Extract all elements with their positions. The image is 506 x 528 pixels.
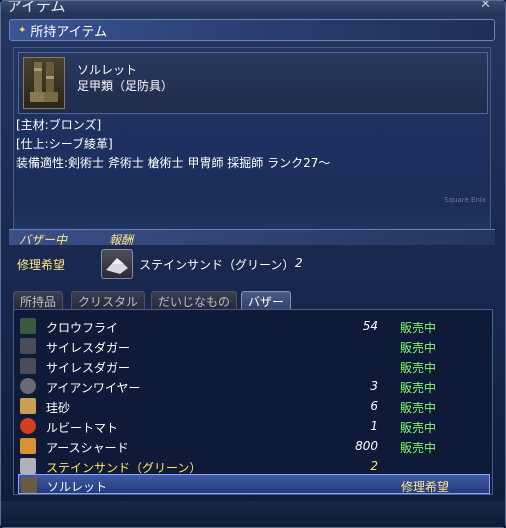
tab-crystals[interactable]: クリスタル bbox=[71, 291, 146, 309]
list-item[interactable]: サイレスダガー 販売中 bbox=[18, 356, 490, 376]
tomato-icon bbox=[20, 418, 36, 434]
list-item[interactable]: ステインサンド（グリーン） 2 bbox=[18, 456, 490, 476]
sand-pile-icon bbox=[20, 458, 36, 474]
sand-pile-icon bbox=[101, 249, 133, 279]
section-title: 所持アイテム bbox=[30, 24, 108, 40]
item-quantity: 3 bbox=[370, 379, 378, 393]
bazaar-header-reward: 報酬 bbox=[109, 233, 134, 247]
item-card: ソルレット 足甲類（足防具） bbox=[18, 52, 488, 114]
bazaar-header: バザー中 報酬 bbox=[9, 229, 495, 247]
item-quantity: 800 bbox=[355, 439, 378, 453]
bazaar-list: クロウフライ 54 販売中 サイレスダガー 販売中 サイレスダガー 販売中 アイ… bbox=[13, 309, 493, 495]
item-name: ソルレット bbox=[77, 63, 138, 77]
dagger-icon bbox=[20, 358, 36, 374]
attr-finish: [仕上:シーブ綾革] bbox=[16, 137, 113, 151]
dagger-icon bbox=[20, 338, 36, 354]
bug-icon bbox=[20, 318, 36, 334]
item-name: ソルレット bbox=[47, 480, 108, 494]
titlebar[interactable]: アイテム ✕ bbox=[1, 1, 505, 15]
item-name: サイレスダガー bbox=[46, 361, 131, 375]
item-name: クロウフライ bbox=[46, 321, 119, 335]
boots-icon bbox=[23, 57, 65, 109]
list-item[interactable]: クロウフライ 54 販売中 bbox=[18, 316, 490, 336]
tab-inventory[interactable]: 所持品 bbox=[13, 291, 64, 309]
item-quantity: 54 bbox=[362, 319, 378, 333]
item-name: 珪砂 bbox=[46, 401, 71, 415]
item-status: 販売中 bbox=[400, 401, 437, 415]
item-name: アイアンワイヤー bbox=[46, 381, 141, 395]
reward-quantity: 2 bbox=[295, 256, 303, 270]
attr-equip: 装備適性:剣術士 斧術士 槍術士 甲冑師 採掘師 ランク27～ bbox=[16, 156, 331, 170]
reward-row: 修理希望 ステインサンド（グリーン） 2 bbox=[9, 247, 495, 281]
item-quantity: 6 bbox=[370, 399, 378, 413]
list-item-selected[interactable]: ソルレット 修理希望 bbox=[18, 474, 490, 494]
item-type: 足甲類（足防具） bbox=[77, 79, 174, 93]
section-header: ✦ 所持アイテム bbox=[9, 19, 495, 41]
item-name: アースシャード bbox=[46, 441, 129, 455]
tab-bazaar[interactable]: バザー bbox=[241, 291, 292, 309]
item-name: ルビートマト bbox=[46, 421, 119, 435]
watermark: Square Enix bbox=[444, 196, 486, 204]
sand-icon bbox=[20, 398, 36, 414]
window-title: アイテム bbox=[7, 1, 66, 15]
item-status: 販売中 bbox=[400, 321, 437, 335]
list-item[interactable]: 珪砂 6 販売中 bbox=[18, 396, 490, 416]
list-item[interactable]: アイアンワイヤー 3 販売中 bbox=[18, 376, 490, 396]
attr-material: [主材:ブロンズ] bbox=[16, 118, 102, 132]
item-status: 販売中 bbox=[400, 381, 437, 395]
reward-name: ステインサンド（グリーン） bbox=[139, 258, 295, 272]
shard-icon bbox=[20, 438, 36, 454]
item-quantity: 1 bbox=[370, 419, 378, 433]
item-status: 販売中 bbox=[400, 421, 437, 435]
bazaar-status: 修理希望 bbox=[17, 258, 66, 272]
boots-icon bbox=[21, 477, 37, 493]
list-item[interactable]: サイレスダガー 販売中 bbox=[18, 336, 490, 356]
tab-key-items[interactable]: だいじなもの bbox=[151, 291, 238, 309]
close-icon[interactable]: ✕ bbox=[480, 1, 491, 12]
item-detail-panel: ソルレット 足甲類（足防具） [主材:ブロンズ] [仕上:シーブ綾革] 装備適性… bbox=[13, 47, 491, 245]
item-status: 修理希望 bbox=[401, 480, 450, 494]
item-quantity: 2 bbox=[370, 459, 378, 473]
item-status: 販売中 bbox=[400, 361, 437, 375]
bazaar-header-status: バザー中 bbox=[19, 233, 68, 247]
item-status: 販売中 bbox=[400, 441, 437, 455]
list-item[interactable]: アースシャード 800 販売中 bbox=[18, 436, 490, 456]
list-item[interactable]: ルビートマト 1 販売中 bbox=[18, 416, 490, 436]
item-name: サイレスダガー bbox=[46, 341, 131, 355]
item-status: 販売中 bbox=[400, 341, 437, 355]
bottom-bar bbox=[1, 501, 505, 527]
wire-icon bbox=[20, 378, 36, 394]
star-icon: ✦ bbox=[18, 24, 27, 36]
item-window: アイテム ✕ ✦ 所持アイテム ソルレット 足甲類（足防具） [主材:ブロンズ]… bbox=[0, 0, 506, 528]
